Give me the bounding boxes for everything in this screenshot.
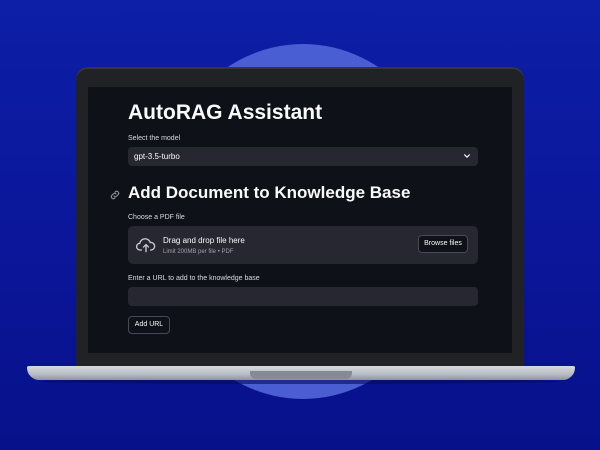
app-screen: AutoRAG Assistant Select the model gpt-3…: [88, 87, 512, 353]
model-select-label: Select the model: [128, 135, 181, 142]
dropzone-title: Drag and drop file here: [163, 236, 245, 245]
cloud-upload-icon: [136, 238, 156, 253]
add-url-button[interactable]: Add URL: [128, 316, 170, 334]
url-input[interactable]: [128, 287, 478, 306]
dropzone-limit: Limit 200MB per file • PDF: [163, 249, 234, 255]
link-icon[interactable]: [109, 189, 121, 201]
url-input-label: Enter a URL to add to the knowledge base: [128, 275, 260, 282]
chevron-down-icon: [464, 154, 470, 158]
section-title: Add Document to Knowledge Base: [128, 183, 411, 202]
model-select-value: gpt-3.5-turbo: [134, 152, 180, 161]
file-dropzone[interactable]: Drag and drop file here Limit 200MB per …: [128, 226, 478, 264]
model-select[interactable]: gpt-3.5-turbo: [128, 147, 478, 166]
laptop-notch: [250, 371, 352, 379]
pdf-upload-label: Choose a PDF file: [128, 214, 185, 221]
page-title: AutoRAG Assistant: [128, 101, 323, 124]
browse-files-button[interactable]: Browse files: [418, 235, 468, 253]
